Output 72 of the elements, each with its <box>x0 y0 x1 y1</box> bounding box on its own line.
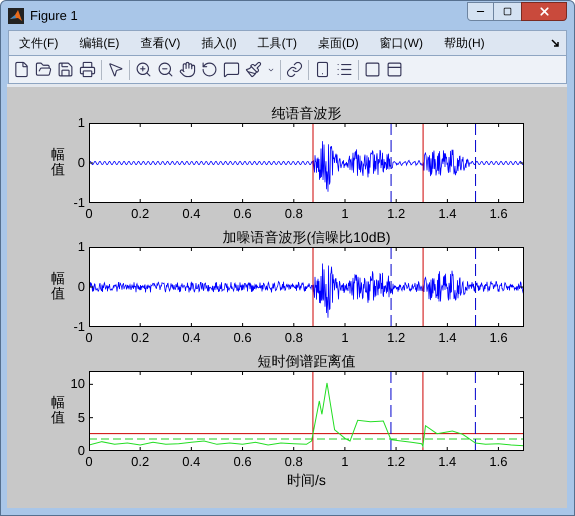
x-tick-label: 0 <box>85 207 93 220</box>
x-tick-label: 0.8 <box>284 455 303 468</box>
y-tick-label: 5 <box>78 410 85 424</box>
x-tick-label: 0.8 <box>284 331 303 344</box>
x-tick-label: 1.4 <box>438 455 456 468</box>
menu-item[interactable]: 查看(V) <box>136 34 184 52</box>
y-tick-label: 1 <box>78 116 85 129</box>
menu-item[interactable]: 窗口(W) <box>376 34 427 52</box>
zoom-in-icon[interactable] <box>135 61 152 78</box>
x-tick-label: 1 <box>341 331 349 344</box>
y-tick-label: 0 <box>78 280 85 293</box>
app-logo-icon <box>8 8 24 24</box>
menu-item[interactable]: 桌面(D) <box>314 34 363 52</box>
folder-icon[interactable] <box>35 61 52 78</box>
plot-title: 加噪语音波形(信噪比10dB) <box>222 230 391 244</box>
expand-arrow-icon <box>551 38 560 48</box>
x-tick-label: 0.8 <box>284 207 303 220</box>
y-tick-label: 0 <box>78 444 85 457</box>
x-tick-label: 0.2 <box>131 331 150 344</box>
y-tick-label: -1 <box>73 320 85 333</box>
y-tick-label: 1 <box>78 240 85 253</box>
zoom-out-icon[interactable] <box>157 61 174 78</box>
y-tick-label: 0 <box>78 156 85 169</box>
brush-icon[interactable] <box>245 61 262 78</box>
y-axis-label: 幅值 <box>51 395 65 426</box>
rotate-icon[interactable] <box>201 61 218 78</box>
x-tick-label: 0.2 <box>131 207 150 220</box>
menu-item[interactable]: 帮助(H) <box>440 34 489 52</box>
x-axis-label: 时间/s <box>287 473 326 487</box>
x-tick-label: 0.4 <box>182 207 200 220</box>
y-tick-label: 10 <box>70 377 85 390</box>
plot-title: 纯语音波形 <box>272 106 342 120</box>
y-axis-label: 幅值 <box>51 147 65 178</box>
y-tick-label: -1 <box>73 196 85 209</box>
printer-icon[interactable] <box>79 61 96 78</box>
x-tick-label: 1.2 <box>387 331 406 344</box>
x-tick-label: 1.2 <box>387 455 406 468</box>
x-tick-label: 1.4 <box>438 207 456 220</box>
window-title: Figure 1 <box>30 6 78 25</box>
x-tick-label: 0.6 <box>234 331 252 344</box>
menu-item[interactable]: 工具(T) <box>254 34 301 52</box>
close-icon <box>538 5 550 18</box>
x-tick-label: 1 <box>341 207 349 220</box>
x-tick-label: 1.4 <box>438 331 456 344</box>
new-file-icon[interactable] <box>13 61 30 78</box>
panel-icon[interactable] <box>386 61 403 78</box>
x-tick-label: 0.6 <box>233 455 252 468</box>
maximize-icon <box>503 7 512 16</box>
menu-item[interactable]: 编辑(E) <box>75 34 124 52</box>
x-tick-label: 1.6 <box>490 207 508 220</box>
maximize-button[interactable] <box>494 2 521 21</box>
x-tick-label: 0.4 <box>182 331 200 344</box>
x-tick-label: 1.2 <box>387 207 406 220</box>
x-tick-label: 0 <box>85 331 93 344</box>
hand-icon[interactable] <box>179 61 196 78</box>
x-tick-label: 0 <box>85 455 93 468</box>
x-tick-label: 1 <box>341 455 348 468</box>
x-tick-label: 0.4 <box>182 455 200 468</box>
y-axis-label: 幅值 <box>51 271 65 302</box>
plot-title: 短时倒谱距离值 <box>258 354 356 368</box>
save-icon[interactable] <box>57 61 74 78</box>
menu-item[interactable]: 文件(F) <box>15 34 62 52</box>
x-tick-label: 0.2 <box>131 455 150 468</box>
x-tick-label: 1.6 <box>489 455 508 468</box>
close-button[interactable] <box>521 2 567 21</box>
x-tick-label: 1.6 <box>490 331 508 344</box>
menu-item[interactable]: 插入(I) <box>197 34 241 52</box>
square-icon[interactable] <box>364 61 381 78</box>
legend-icon[interactable] <box>336 61 353 78</box>
pointer-icon[interactable] <box>107 61 124 78</box>
x-tick-label: 0.6 <box>234 207 252 220</box>
link-icon[interactable] <box>286 61 303 78</box>
